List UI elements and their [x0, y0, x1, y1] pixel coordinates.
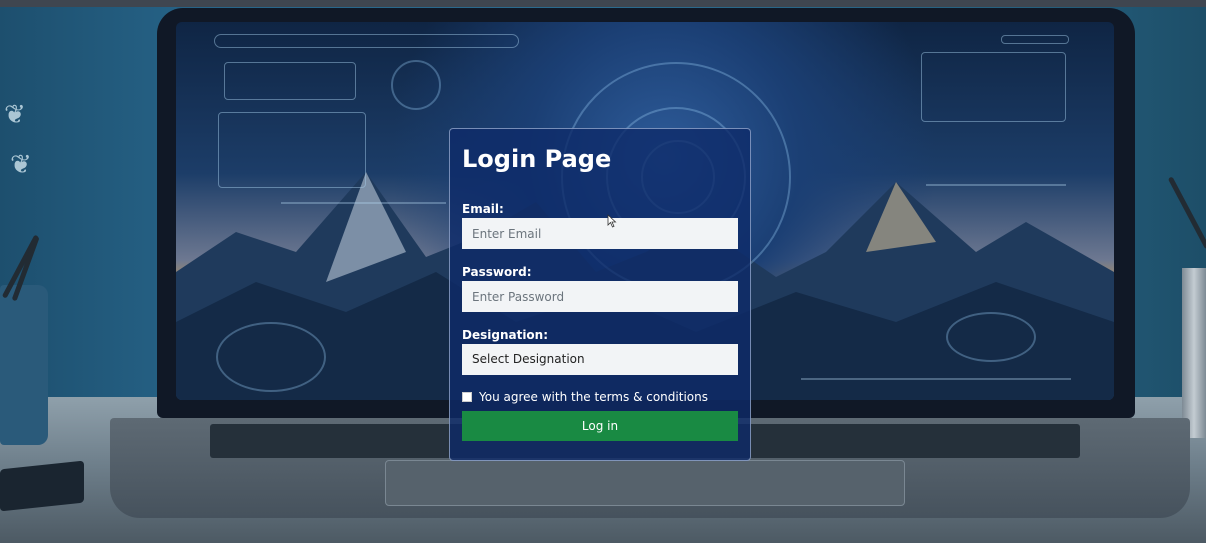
login-button[interactable]: Log in — [462, 411, 738, 441]
pencil-holder — [1182, 268, 1206, 438]
page-title: Login Page — [462, 145, 612, 173]
leaf-icon: ❦ — [10, 150, 32, 180]
cursor-icon — [607, 214, 617, 228]
top-bar — [0, 0, 1206, 7]
leaf-icon: ❦ — [4, 100, 26, 130]
hud-toolbar — [214, 34, 519, 48]
hud-panel — [224, 62, 356, 100]
laptop-trackpad — [385, 460, 905, 506]
phone — [0, 460, 84, 512]
hud-line — [926, 184, 1066, 186]
hud-ring — [391, 60, 441, 110]
terms-checkbox[interactable] — [462, 392, 472, 402]
designation-label: Designation: — [462, 328, 549, 342]
email-field[interactable] — [462, 218, 738, 249]
email-label: Email: — [462, 202, 504, 216]
designation-select[interactable]: Select Designation — [462, 344, 738, 375]
hud-panel — [218, 112, 366, 188]
password-field[interactable] — [462, 281, 738, 312]
hud-chart-panel — [921, 52, 1066, 122]
hud-gauge — [216, 322, 326, 392]
hud-line — [801, 378, 1071, 380]
password-label: Password: — [462, 265, 532, 279]
terms-label: You agree with the terms & conditions — [479, 390, 708, 404]
hud-line — [281, 202, 446, 204]
login-card: Login Page Email: Password: Designation:… — [449, 128, 751, 461]
hud-gauge — [946, 312, 1036, 362]
pen-cup — [0, 285, 48, 445]
hud-bar — [1001, 35, 1069, 44]
